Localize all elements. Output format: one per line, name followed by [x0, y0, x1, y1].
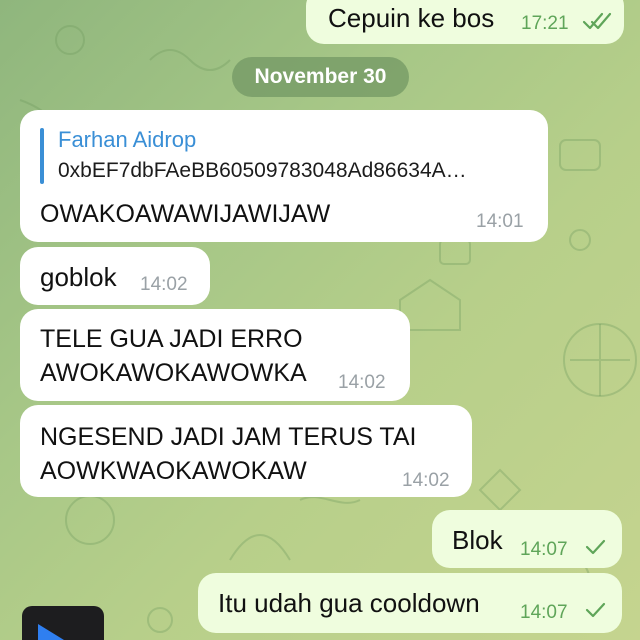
message-text-line: AWOKAWOKAWOWKA	[40, 359, 307, 387]
message-incoming[interactable]: TELE GUA JADI ERRO AWOKAWOKAWOWKA 14:02	[20, 309, 410, 401]
message-outgoing[interactable]: Blok 14:07	[432, 510, 622, 568]
message-text: Cepuin ke bos	[328, 3, 495, 33]
double-check-icon	[582, 12, 612, 30]
message-text: Itu udah gua cooldown	[218, 588, 480, 618]
message-time: 14:01	[476, 211, 524, 232]
single-check-icon	[585, 539, 606, 555]
message-time: 17:21	[521, 13, 569, 34]
message-text: goblok	[40, 262, 117, 292]
message-time: 14:07	[520, 602, 568, 623]
message-text: OWAKOAWAWIJAWIJAW	[40, 200, 331, 228]
single-check-icon	[585, 602, 606, 618]
message-incoming[interactable]: NGESEND JADI JAM TERUS TAI AOWKWAOKAWOKA…	[20, 405, 472, 497]
message-text: Blok	[452, 525, 503, 555]
message-time: 14:02	[402, 470, 450, 491]
media-thumbnail[interactable]	[22, 606, 104, 640]
message-text-line: NGESEND JADI JAM TERUS TAI	[40, 423, 417, 451]
message-text-line: TELE GUA JADI ERRO	[40, 325, 303, 353]
reply-preview-text: 0xbEF7dbFAeBB60509783048Ad86634A…	[58, 159, 467, 182]
message-outgoing[interactable]: Itu udah gua cooldown 14:07	[198, 573, 622, 633]
message-time: 14:02	[140, 274, 188, 295]
message-outgoing[interactable]: Cepuin ke bos 17:21	[306, 0, 624, 44]
date-separator: November 30	[232, 57, 409, 97]
message-time: 14:07	[520, 539, 568, 560]
message-time: 14:02	[338, 372, 386, 393]
message-incoming-reply[interactable]: Farhan Aidrop 0xbEF7dbFAeBB60509783048Ad…	[20, 110, 548, 242]
reply-accent-bar	[40, 128, 44, 184]
reply-sender-name: Farhan Aidrop	[58, 127, 197, 152]
play-icon	[38, 624, 64, 640]
message-incoming[interactable]: goblok 14:02	[20, 247, 210, 305]
message-text-line: AOWKWAOKAWOKAW	[40, 457, 307, 485]
